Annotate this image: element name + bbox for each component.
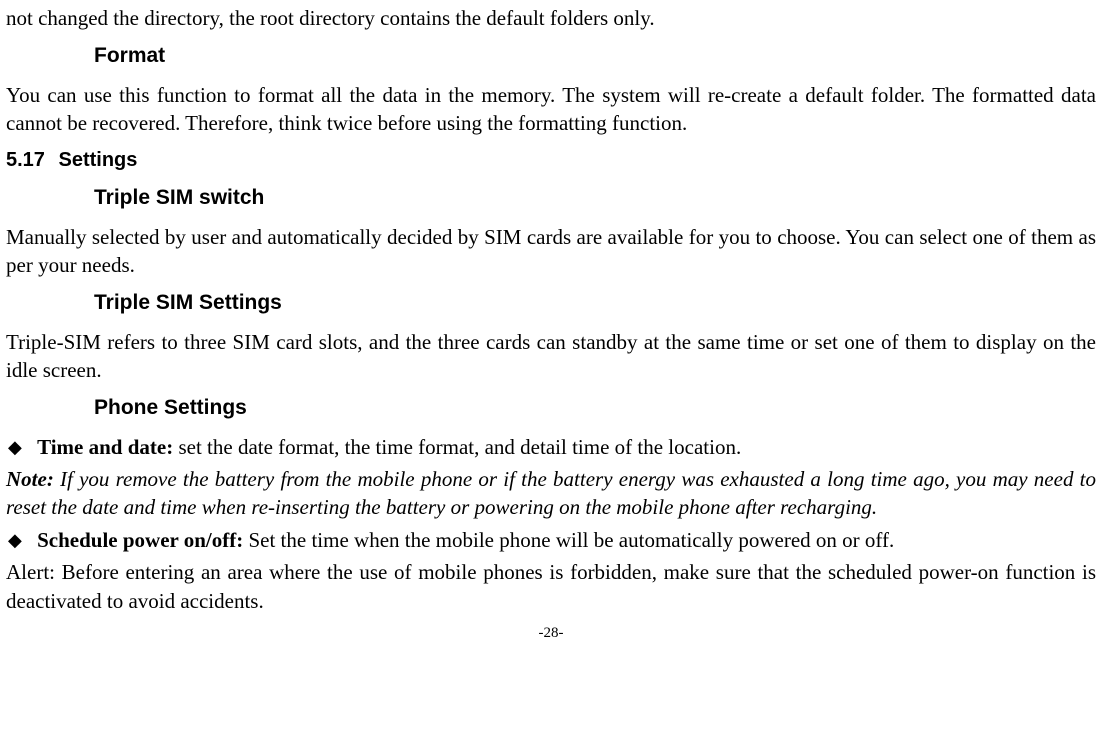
bullet-label: Schedule power on/off:: [37, 528, 243, 552]
para-format: You can use this function to format all …: [6, 81, 1096, 138]
bullet-text: set the date format, the time format, an…: [173, 435, 741, 459]
bullet-text: Set the time when the mobile phone will …: [243, 528, 894, 552]
para-alert: Alert: Before entering an area where the…: [6, 558, 1096, 615]
page-number: -28-: [6, 623, 1096, 643]
section-number: 5.17: [6, 147, 45, 174]
note-label: Note:: [6, 467, 54, 491]
page-content: not changed the directory, the root dire…: [0, 4, 1102, 643]
heading-phone-settings: Phone Settings: [94, 394, 1096, 422]
bullet-time-and-date: ◆ Time and date: set the date format, th…: [6, 433, 1096, 461]
bullet-label: Time and date:: [37, 435, 173, 459]
top-fragment: not changed the directory, the root dire…: [6, 4, 1096, 32]
diamond-icon: ◆: [8, 437, 22, 457]
heading-format: Format: [94, 42, 1096, 70]
para-triple-sim-switch: Manually selected by user and automatica…: [6, 223, 1096, 280]
note-battery: Note: If you remove the battery from the…: [6, 465, 1096, 522]
diamond-icon: ◆: [8, 530, 22, 550]
para-triple-sim-settings: Triple-SIM refers to three SIM card slot…: [6, 328, 1096, 385]
note-text: If you remove the battery from the mobil…: [6, 467, 1096, 519]
heading-triple-sim-switch: Triple SIM switch: [94, 184, 1096, 212]
heading-triple-sim-settings: Triple SIM Settings: [94, 289, 1096, 317]
heading-settings: 5.17 Settings: [6, 147, 1096, 174]
bullet-schedule-power: ◆ Schedule power on/off: Set the time wh…: [6, 526, 1096, 554]
section-title: Settings: [59, 149, 138, 171]
